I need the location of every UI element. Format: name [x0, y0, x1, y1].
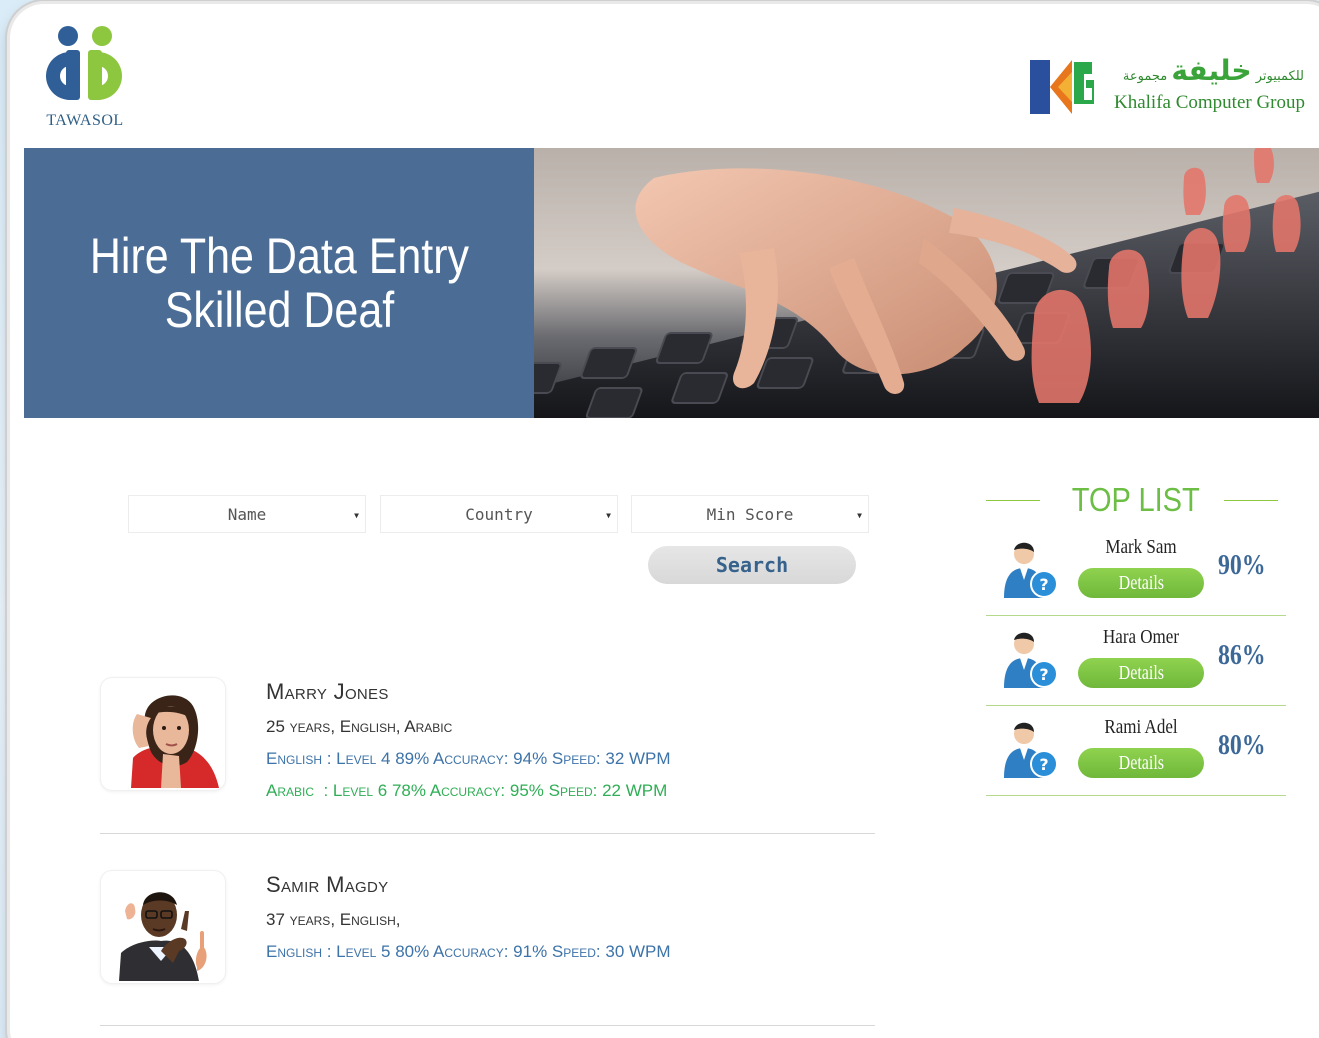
candidate-info: Samir Magdy 37 years, English, English :…: [266, 870, 866, 968]
candidate-info: Marry Jones 25 years, English, Arabic En…: [266, 677, 866, 807]
top-list-name[interactable]: Rami Adel: [1087, 716, 1194, 739]
name-filter-select[interactable]: Name ▼: [128, 495, 366, 533]
top-list-title: TOP LIST: [986, 474, 1286, 526]
user-help-icon: ?: [1004, 632, 1058, 688]
min-score-filter-label: Min Score: [706, 504, 794, 524]
details-button-label: Details: [1118, 751, 1164, 774]
country-filter-label: Country: [465, 504, 533, 524]
result-divider: [100, 1025, 875, 1026]
top-list-name[interactable]: Mark Sam: [1087, 536, 1194, 559]
svg-text:?: ?: [1039, 575, 1048, 594]
app-window: TAWASOL للكمبيوتر خليفة مجموعة Khalifa C…: [10, 4, 1319, 1038]
top-list-panel: TOP LIST ? Mark Sam Details 90% ? Hara O…: [986, 474, 1286, 796]
top-list-score: 80%: [1218, 730, 1266, 761]
candidate-language-score: English : Level 4 89% Accuracy: 94% Spee…: [266, 749, 671, 768]
top-list-score: 90%: [1218, 550, 1266, 581]
tawasol-logo-icon: [46, 26, 122, 100]
hero-keyboard-hands-image: [534, 148, 1319, 418]
khalifa-arabic-big: خليفة: [1171, 54, 1252, 87]
top-list-item: ? Mark Sam Details 90%: [986, 526, 1286, 616]
hero-banner: Hire The Data Entry Skilled Deaf: [24, 148, 1319, 418]
top-list-score: 86%: [1218, 640, 1266, 671]
top-list-item: ? Hara Omer Details 86%: [986, 616, 1286, 706]
candidate-photo[interactable]: [100, 677, 226, 791]
top-list-title-text: TOP LIST: [1071, 481, 1201, 518]
user-help-icon: ?: [1004, 542, 1058, 598]
top-list-item: ? Rami Adel Details 80%: [986, 706, 1286, 796]
candidate-language-score: Arabic : Level 6 78% Accuracy: 95% Speed…: [266, 781, 668, 800]
khalifa-english-name: Khalifa Computer Group: [1114, 92, 1306, 113]
khalifa-logo[interactable]: للكمبيوتر خليفة مجموعة Khalifa Computer …: [1028, 54, 1305, 124]
country-filter-select[interactable]: Country ▼: [380, 495, 618, 533]
details-button-label: Details: [1118, 661, 1164, 684]
top-list-name[interactable]: Hara Omer: [1087, 626, 1194, 649]
khalifa-arabic-small: مجموعة: [1122, 69, 1168, 84]
result-divider: [100, 833, 875, 834]
details-button-label: Details: [1118, 571, 1164, 594]
candidate-photo[interactable]: [100, 870, 226, 984]
hero-headline-line2: Skilled Deaf: [164, 282, 394, 338]
chevron-down-icon: ▼: [354, 511, 359, 520]
details-button[interactable]: Details: [1078, 658, 1204, 688]
tawasol-logo[interactable]: TAWASOL: [40, 24, 130, 130]
kcg-logo-icon: [1028, 58, 1094, 116]
khalifa-arabic-tail: للكمبيوتر: [1255, 69, 1304, 84]
candidate-name[interactable]: Marry Jones: [266, 677, 866, 711]
details-button[interactable]: Details: [1078, 748, 1204, 778]
search-button[interactable]: Search: [648, 546, 856, 584]
svg-text:?: ?: [1039, 665, 1048, 684]
svg-text:?: ?: [1039, 755, 1048, 774]
name-filter-label: Name: [227, 504, 267, 524]
hero-headline: Hire The Data Entry Skilled Deaf: [89, 229, 468, 337]
min-score-filter-select[interactable]: Min Score ▼: [631, 495, 869, 533]
details-button[interactable]: Details: [1078, 568, 1204, 598]
candidate-meta: 37 years, English,: [266, 910, 401, 929]
chevron-down-icon: ▼: [606, 511, 611, 520]
candidate-meta: 25 years, English, Arabic: [266, 717, 453, 736]
candidate-name[interactable]: Samir Magdy: [266, 870, 866, 904]
chevron-down-icon: ▼: [857, 511, 862, 520]
woman-listening-photo: [131, 695, 219, 788]
hero-headline-line1: Hire The Data Entry: [89, 228, 469, 284]
tawasol-brand-name: TAWASOL: [46, 112, 124, 129]
user-help-icon: ?: [1004, 722, 1058, 778]
keyboard-hands-illustration: [534, 148, 1319, 418]
man-signing-photo: [119, 892, 207, 981]
hero-text-panel: Hire The Data Entry Skilled Deaf: [24, 148, 534, 418]
candidate-language-score: English : Level 5 80% Accuracy: 91% Spee…: [266, 942, 671, 961]
khalifa-arabic-name: للكمبيوتر خليفة مجموعة: [1114, 54, 1304, 87]
